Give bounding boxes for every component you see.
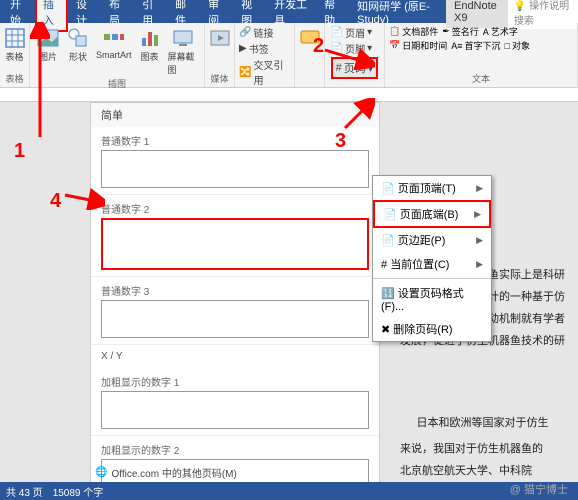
preview-plain1-label: 普通数字 1 (101, 133, 369, 148)
ribbon-tabs: 开始 插入 设计 布局 引用 邮件 审阅 视图 开发工具 帮助 知网研学 (原E… (0, 0, 578, 23)
ruler (0, 88, 578, 102)
chart-button[interactable]: 图表 (136, 25, 164, 77)
preview-plain3[interactable] (101, 300, 369, 338)
ribbon: 表格 表格 图片 形状 SmartArt 图表 屏幕截图 插图 媒体 🔗 链接 … (0, 23, 578, 88)
object-button[interactable]: □ 对象 (505, 39, 530, 52)
menu-pagemargin[interactable]: 📄 页边距(P)▶ (373, 228, 491, 252)
preview-bold1-label: 加粗显示的数字 1 (101, 374, 369, 389)
table-button[interactable]: 表格 (1, 25, 29, 64)
gallery-section-xy: X / Y (91, 345, 379, 368)
menu-currentpos[interactable]: # 当前位置(C)▶ (373, 252, 491, 276)
annotation-3: 3 (335, 130, 346, 153)
status-bar: 共 43 页 15089 个字 (0, 482, 578, 500)
group-table-label: 表格 (5, 72, 23, 85)
pagecode-button[interactable]: # 页码 ▾ (331, 57, 379, 79)
menu-pagebottom[interactable]: 📄 页面底端(B)▶ (373, 200, 491, 228)
footer-button[interactable]: 📄 页脚 ▾ (331, 41, 379, 56)
status-pages: 共 43 页 (6, 484, 43, 499)
pagecode-menu: 📄 页面顶端(T)▶ 📄 页面底端(B)▶ 📄 页边距(P)▶ # 当前位置(C… (372, 175, 492, 342)
preview-plain1[interactable] (101, 150, 369, 188)
preview-bold1[interactable] (101, 391, 369, 429)
preview-plain3-label: 普通数字 3 (101, 283, 369, 298)
header-button[interactable]: 📄 页眉 ▾ (331, 25, 379, 40)
status-words: 15089 个字 (53, 484, 104, 499)
dropcap-button[interactable]: A≡ 首字下沉 (451, 39, 500, 52)
shape-button[interactable]: 形状 (64, 25, 92, 77)
annotation-2: 2 (313, 35, 324, 58)
link-button[interactable]: 🔗 链接 (239, 25, 290, 40)
menu-pagetop[interactable]: 📄 页面顶端(T)▶ (373, 176, 491, 200)
preview-plain2[interactable] (101, 218, 369, 270)
group-media-label: 媒体 (210, 72, 228, 85)
preview-bold2-label: 加粗显示的数字 2 (101, 442, 369, 457)
gallery-section-simple: 简单 (91, 103, 379, 127)
document-area: 简单 普通数字 1 普通数字 2 普通数字 3 X / Y 加粗显示的数字 1 … (0, 102, 578, 500)
preview-plain2-label: 普通数字 2 (101, 201, 369, 216)
annotation-1: 1 (14, 140, 25, 163)
sigline-button[interactable]: ✒ 签名行 (442, 25, 479, 38)
bookmark-button[interactable]: ▶ 书签 (239, 41, 290, 56)
office-more-pagecode[interactable]: 🌐 Office.com 中的其他页码(M) (95, 465, 237, 480)
media-button[interactable] (206, 25, 234, 51)
annotation-4: 4 (50, 190, 61, 213)
watermark: @ 猫宁博士 (510, 481, 568, 497)
crossref-button[interactable]: 🔀 交叉引用 (239, 57, 290, 87)
pic-button[interactable]: 图片 (34, 25, 62, 77)
datetime-button[interactable]: 📅 日期和时间 (389, 39, 447, 52)
smartart-button[interactable]: SmartArt (94, 25, 134, 77)
screenshot-button[interactable]: 屏幕截图 (166, 25, 200, 77)
docparts-button[interactable]: 📋 文档部件 (389, 25, 438, 38)
pagecode-gallery[interactable]: 简单 普通数字 1 普通数字 2 普通数字 3 X / Y 加粗显示的数字 1 … (90, 102, 380, 500)
menu-delete[interactable]: ✖ 删除页码(R) (373, 317, 491, 341)
group-text-label: 文本 (472, 72, 490, 85)
menu-format[interactable]: 🔢 设置页码格式(F)... (373, 281, 491, 317)
wordart-button[interactable]: A 艺术字 (483, 25, 518, 38)
